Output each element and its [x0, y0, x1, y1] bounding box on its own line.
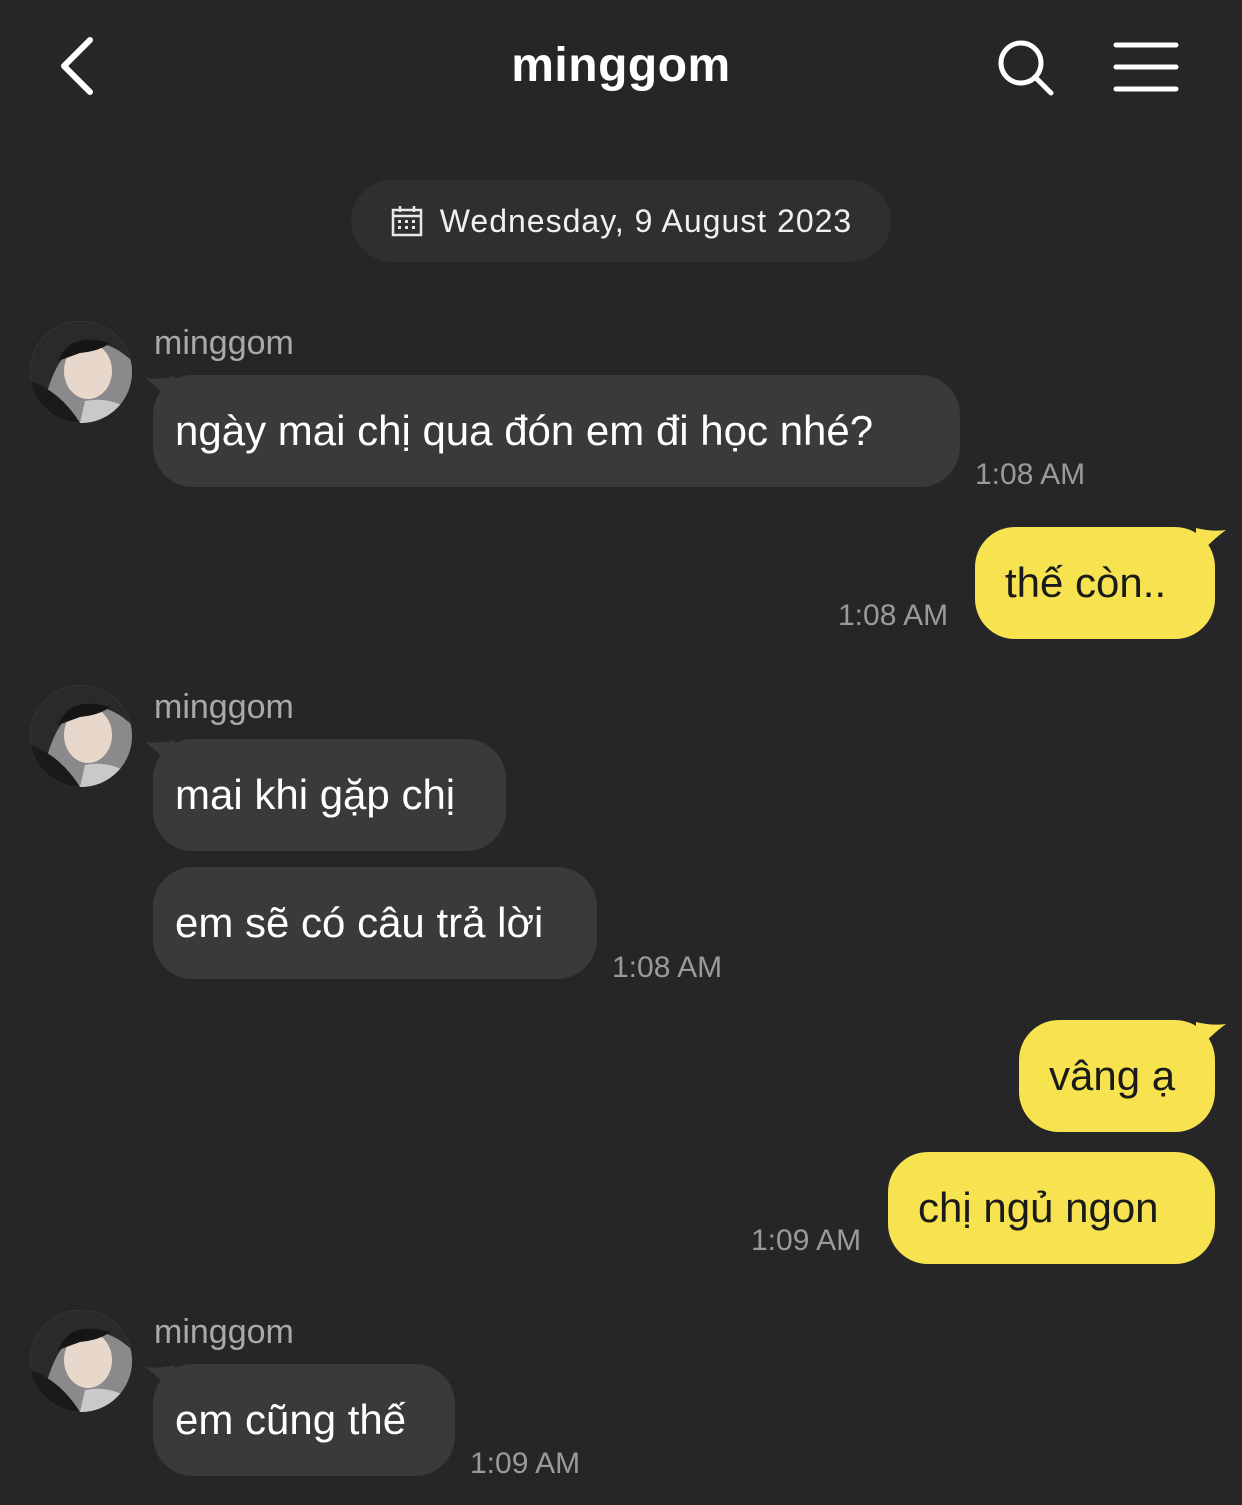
date-text: Wednesday, 9 August 2023	[439, 202, 853, 239]
message-text: vâng ạ	[1049, 1052, 1176, 1099]
message-time: 1:08 AM	[838, 599, 949, 632]
message-bubble[interactable]: thế còn..	[975, 527, 1215, 639]
search-button[interactable]	[994, 36, 1058, 100]
date-divider: Wednesday, 9 August 2023	[351, 180, 891, 262]
message-bubble[interactable]: vâng ạ	[1019, 1020, 1215, 1132]
message-bubble[interactable]: em sẽ có câu trả lời	[153, 867, 597, 979]
calendar-icon	[391, 206, 423, 237]
message-text: em cũng thế	[175, 1396, 407, 1443]
message-bubble[interactable]: em cũng thế	[153, 1364, 455, 1476]
message-bubble[interactable]: ngày mai chị qua đón em đi học nhé?	[153, 375, 960, 487]
avatar[interactable]	[30, 321, 132, 423]
message-text: mai khi gặp chị	[175, 771, 456, 818]
message-time: 1:09 AM	[751, 1224, 862, 1257]
sender-name: minggom	[154, 688, 294, 726]
avatar[interactable]	[30, 685, 132, 787]
search-icon	[998, 40, 1054, 96]
sender-name: minggom	[154, 1313, 294, 1351]
message-text: thế còn..	[1005, 559, 1167, 606]
message-time: 1:08 AM	[975, 458, 1086, 491]
message-text: ngày mai chị qua đón em đi học nhé?	[175, 407, 874, 454]
message-text: chị ngủ ngon	[918, 1184, 1159, 1231]
menu-button[interactable]	[1112, 40, 1180, 94]
message-bubble[interactable]: mai khi gặp chị	[153, 739, 506, 851]
message-time: 1:08 AM	[612, 951, 723, 984]
message-text: em sẽ có câu trả lời	[175, 899, 544, 946]
message-bubble[interactable]: chị ngủ ngon	[888, 1152, 1215, 1264]
sender-name: minggom	[154, 324, 294, 362]
avatar[interactable]	[30, 1310, 132, 1412]
message-time: 1:09 AM	[470, 1447, 581, 1480]
hamburger-menu-icon	[1113, 42, 1179, 92]
